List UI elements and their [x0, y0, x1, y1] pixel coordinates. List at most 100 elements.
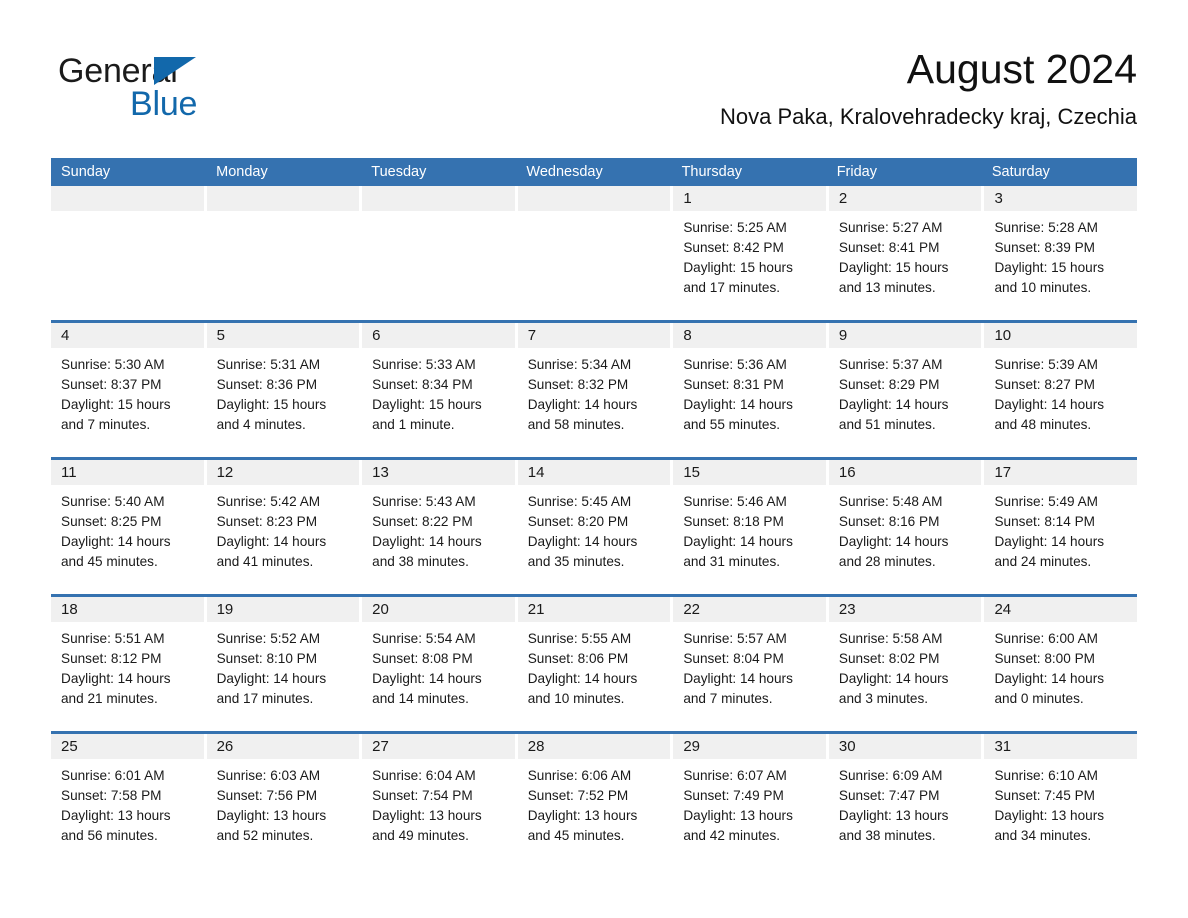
sunrise-text: Sunrise: 6:06 AM	[527, 768, 632, 783]
sunrise-text: Sunrise: 5:37 AM	[838, 357, 943, 372]
day-number: 21	[527, 601, 545, 618]
day-cell[interactable]: 12 Sunrise: 5:42 AM Sunset: 8:23 PM Dayl…	[206, 460, 363, 587]
sunset-text: Sunset: 8:20 PM	[527, 514, 629, 529]
day-number: 22	[683, 601, 700, 618]
day-cell[interactable]: 1 Sunrise: 5:25 AM Sunset: 8:42 PM Dayli…	[673, 186, 829, 313]
day-cell[interactable]: 19 Sunrise: 5:52 AM Sunset: 8:10 PM Dayl…	[206, 597, 363, 724]
sunrise-text: Sunrise: 6:10 AM	[994, 768, 1098, 783]
calendar-week-row: 11 Sunrise: 5:40 AM Sunset: 8:25 PM Dayl…	[51, 457, 1138, 587]
sunrise-text: Sunrise: 5:54 AM	[372, 631, 476, 646]
daylight-text-line1: Daylight: 14 hours	[216, 671, 327, 686]
sunset-text: Sunset: 8:18 PM	[683, 514, 784, 529]
generalblue-logo: General Blue	[58, 52, 318, 132]
daylight-text-line2: and 14 minutes.	[372, 691, 469, 706]
day-cell[interactable]: 7 Sunrise: 5:34 AM Sunset: 8:32 PM Dayli…	[517, 323, 674, 450]
day-cell[interactable]: 8 Sunrise: 5:36 AM Sunset: 8:31 PM Dayli…	[673, 323, 829, 450]
day-cell[interactable]: 16 Sunrise: 5:48 AM Sunset: 8:16 PM Dayl…	[828, 460, 985, 587]
day-cell[interactable]: 25 Sunrise: 6:01 AM Sunset: 7:58 PM Dayl…	[51, 734, 207, 861]
daylight-text-line2: and 7 minutes.	[683, 691, 773, 706]
page-title: August 2024	[906, 46, 1137, 92]
sunrise-text: Sunrise: 5:27 AM	[838, 220, 943, 235]
daylight-text-line1: Daylight: 14 hours	[683, 534, 793, 549]
sunset-text: Sunset: 8:34 PM	[372, 377, 473, 392]
day-cell[interactable]: 23 Sunrise: 5:58 AM Sunset: 8:02 PM Dayl…	[828, 597, 985, 724]
day-cell[interactable]: 3 Sunrise: 5:28 AM Sunset: 8:39 PM Dayli…	[984, 186, 1138, 313]
daylight-text-line2: and 0 minutes.	[994, 691, 1084, 706]
day-number: 15	[683, 464, 700, 481]
day-cell[interactable]: 5 Sunrise: 5:31 AM Sunset: 8:36 PM Dayli…	[206, 323, 363, 450]
day-cell[interactable]: 26 Sunrise: 6:03 AM Sunset: 7:56 PM Dayl…	[206, 734, 363, 861]
day-cell[interactable]: 4 Sunrise: 5:30 AM Sunset: 8:37 PM Dayli…	[51, 323, 207, 450]
sunrise-text: Sunrise: 5:52 AM	[216, 631, 321, 646]
daylight-text-line2: and 17 minutes.	[216, 691, 314, 706]
day-cell[interactable]	[517, 186, 674, 313]
daylight-text-line2: and 56 minutes.	[61, 828, 158, 843]
sunrise-text: Sunrise: 5:49 AM	[994, 494, 1098, 509]
day-cell[interactable]: 14 Sunrise: 5:45 AM Sunset: 8:20 PM Dayl…	[517, 460, 674, 587]
daylight-text-line1: Daylight: 13 hours	[994, 808, 1105, 823]
day-cell[interactable]: 30 Sunrise: 6:09 AM Sunset: 7:47 PM Dayl…	[828, 734, 985, 861]
day-number: 18	[61, 601, 78, 618]
sunrise-text: Sunrise: 5:30 AM	[61, 357, 165, 372]
daylight-text-line1: Daylight: 13 hours	[838, 808, 949, 823]
daylight-text-line1: Daylight: 15 hours	[994, 260, 1105, 275]
weekday-header-sunday: Sunday	[61, 164, 111, 180]
daylight-text-line1: Daylight: 14 hours	[527, 534, 638, 549]
day-cell[interactable]: 6 Sunrise: 5:33 AM Sunset: 8:34 PM Dayli…	[362, 323, 518, 450]
day-cell[interactable]: 17 Sunrise: 5:49 AM Sunset: 8:14 PM Dayl…	[984, 460, 1138, 587]
day-cell[interactable]: 13 Sunrise: 5:43 AM Sunset: 8:22 PM Dayl…	[362, 460, 518, 587]
day-cell[interactable]: 2 Sunrise: 5:27 AM Sunset: 8:41 PM Dayli…	[828, 186, 985, 313]
day-cell[interactable]: 27 Sunrise: 6:04 AM Sunset: 7:54 PM Dayl…	[362, 734, 518, 861]
sunrise-text: Sunrise: 5:33 AM	[372, 357, 476, 372]
daylight-text-line2: and 51 minutes.	[838, 417, 936, 432]
sunset-text: Sunset: 8:41 PM	[838, 240, 940, 255]
sunset-text: Sunset: 7:54 PM	[372, 788, 473, 803]
day-cell[interactable]: 24 Sunrise: 6:00 AM Sunset: 8:00 PM Dayl…	[984, 597, 1138, 724]
sunset-text: Sunset: 8:14 PM	[994, 514, 1095, 529]
day-cell[interactable]: 22 Sunrise: 5:57 AM Sunset: 8:04 PM Dayl…	[673, 597, 829, 724]
sunrise-text: Sunrise: 6:01 AM	[61, 768, 165, 783]
day-cell[interactable]: 10 Sunrise: 5:39 AM Sunset: 8:27 PM Dayl…	[984, 323, 1138, 450]
day-cell[interactable]: 9 Sunrise: 5:37 AM Sunset: 8:29 PM Dayli…	[828, 323, 985, 450]
day-cell[interactable]: 20 Sunrise: 5:54 AM Sunset: 8:08 PM Dayl…	[362, 597, 518, 724]
sunset-text: Sunset: 8:36 PM	[216, 377, 318, 392]
day-number: 14	[527, 464, 545, 481]
day-cell[interactable]	[51, 186, 207, 313]
day-cell[interactable]: 21 Sunrise: 5:55 AM Sunset: 8:06 PM Dayl…	[517, 597, 674, 724]
sunset-text: Sunset: 8:12 PM	[61, 651, 162, 666]
sunset-text: Sunset: 7:45 PM	[994, 788, 1095, 803]
day-cell[interactable]: 11 Sunrise: 5:40 AM Sunset: 8:25 PM Dayl…	[51, 460, 207, 587]
sunset-text: Sunset: 7:47 PM	[838, 788, 940, 803]
sunrise-text: Sunrise: 5:48 AM	[838, 494, 943, 509]
day-cell[interactable]: 28 Sunrise: 6:06 AM Sunset: 7:52 PM Dayl…	[517, 734, 674, 861]
sunset-text: Sunset: 8:16 PM	[838, 514, 940, 529]
calendar-week-row: 18 Sunrise: 5:51 AM Sunset: 8:12 PM Dayl…	[51, 594, 1138, 724]
weekday-header-saturday: Saturday	[991, 164, 1050, 180]
daylight-text-line1: Daylight: 14 hours	[683, 397, 793, 412]
day-cell[interactable]: 18 Sunrise: 5:51 AM Sunset: 8:12 PM Dayl…	[51, 597, 207, 724]
sunset-text: Sunset: 8:27 PM	[994, 377, 1095, 392]
sunrise-text: Sunrise: 5:25 AM	[683, 220, 787, 235]
daylight-text-line2: and 42 minutes.	[683, 828, 781, 843]
daylight-text-line2: and 41 minutes.	[216, 554, 314, 569]
daylight-text-line1: Daylight: 15 hours	[683, 260, 793, 275]
daylight-text-line1: Daylight: 14 hours	[527, 671, 638, 686]
sunset-text: Sunset: 8:23 PM	[216, 514, 318, 529]
calendar-week-row: 25 Sunrise: 6:01 AM Sunset: 7:58 PM Dayl…	[51, 731, 1138, 861]
sunrise-text: Sunrise: 5:51 AM	[61, 631, 165, 646]
sunset-text: Sunset: 8:29 PM	[838, 377, 940, 392]
calendar-table: Sunday Monday Tuesday Wednesday Thursday…	[51, 158, 1138, 861]
day-number: 1	[683, 190, 692, 207]
weekday-header-friday: Friday	[836, 164, 877, 180]
day-cell[interactable]	[206, 186, 363, 313]
sunset-text: Sunset: 7:58 PM	[61, 788, 162, 803]
calendar-page: General Blue August 2024 Nova Paka, Kral…	[0, 0, 1188, 918]
day-number: 9	[838, 327, 848, 344]
day-cell[interactable]: 31 Sunrise: 6:10 AM Sunset: 7:45 PM Dayl…	[984, 734, 1138, 861]
day-number: 26	[216, 738, 234, 755]
day-cell[interactable]	[362, 186, 518, 313]
day-cell[interactable]: 15 Sunrise: 5:46 AM Sunset: 8:18 PM Dayl…	[673, 460, 829, 587]
sunset-text: Sunset: 8:02 PM	[838, 651, 940, 666]
day-number: 4	[61, 327, 70, 344]
day-cell[interactable]: 29 Sunrise: 6:07 AM Sunset: 7:49 PM Dayl…	[673, 734, 829, 861]
